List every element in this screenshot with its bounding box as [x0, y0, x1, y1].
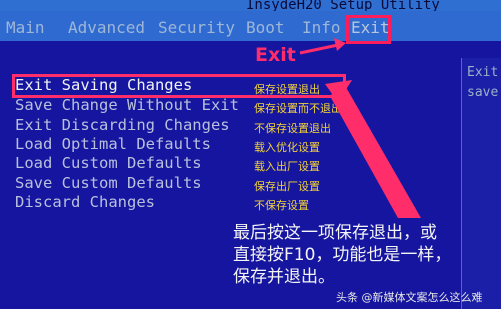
note-line-2: 直接按F10，功能也是一样， — [233, 245, 452, 265]
instruction-note: 最后按这一项保存退出，或 直接按F10，功能也是一样， 保存并退出。 — [233, 222, 451, 288]
note-line-3: 保存并退出。 — [233, 267, 335, 287]
note-line-1: 最后按这一项保存退出，或 — [233, 223, 437, 243]
arrow-to-exit-tab — [299, 43, 339, 55]
arrow-to-selected-option — [330, 82, 421, 218]
watermark: 头条 @新媒体文案怎么这么难 — [336, 291, 483, 304]
arrow-head-exit-tab — [334, 38, 346, 51]
